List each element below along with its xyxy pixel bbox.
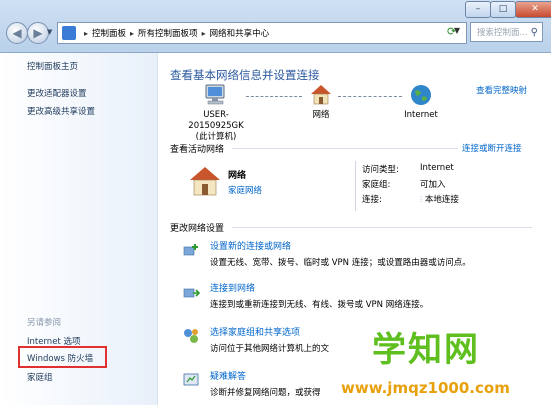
connection-label: 连接: xyxy=(362,195,382,205)
vertical-divider xyxy=(355,161,356,211)
breadcrumb-separator-icon[interactable]: ▸ xyxy=(84,29,88,38)
homegroup-sharing-icon xyxy=(184,329,198,343)
refresh-icon[interactable]: ⟳ xyxy=(447,25,456,38)
setup-new-connection-link[interactable]: 设置新的连接或网络 xyxy=(210,239,291,252)
homegroup-sharing-options-link[interactable]: 选择家庭组和共享选项 xyxy=(210,325,300,338)
address-bar[interactable]: ▸ 控制面板 ▸ 所有控制面板项 ▸ 网络和共享中心 ▼ xyxy=(57,22,467,44)
sidebar: 控制面板主页 更改适配器设置 更改高级共享设置 另请参阅 Internet 选项… xyxy=(0,53,158,405)
breadcrumb-item[interactable]: 网络和共享中心 xyxy=(210,27,270,39)
task-description: 访问位于其他网络计算机上的文 xyxy=(210,344,330,354)
maximize-button[interactable]: □ xyxy=(490,1,516,18)
local-connection-link[interactable]: ⫶ 本地连接 xyxy=(420,193,459,205)
task-description: 诊断并修复网络问题，或获得 xyxy=(210,388,321,398)
connection-line xyxy=(246,96,302,97)
sidebar-item-adapter-settings[interactable]: 更改适配器设置 xyxy=(27,87,87,99)
access-type-value: Internet xyxy=(420,163,454,173)
computer-node: USER-20150925GK (此计算机) xyxy=(176,83,256,143)
watermark-logo: 学知网 xyxy=(372,330,480,370)
forward-button[interactable]: ▶ xyxy=(27,22,49,44)
house-icon xyxy=(311,85,331,105)
task-description: 设置无线、宽带、拨号、临时或 VPN 连接；或设置路由器或访问点。 xyxy=(210,258,471,268)
computer-icon xyxy=(205,84,225,105)
breadcrumb-item[interactable]: 所有控制面板项 xyxy=(138,27,198,39)
troubleshoot-icon xyxy=(183,373,199,386)
sidebar-item-advanced-sharing[interactable]: 更改高级共享设置 xyxy=(27,105,95,117)
change-settings-heading: 更改网络设置 xyxy=(170,224,225,234)
search-input[interactable]: 搜索控制面... ⚲ xyxy=(470,22,543,42)
homegroup-join-link[interactable]: 可加入 xyxy=(420,178,446,190)
local-connection-label: 本地连接 xyxy=(424,195,459,205)
page-title: 查看基本网络信息并设置连接 xyxy=(170,68,320,82)
wired-connection-icon: ⫶ xyxy=(420,195,423,205)
breadcrumb-item[interactable]: 控制面板 xyxy=(92,27,126,39)
computer-name: USER-20150925GK xyxy=(188,110,244,131)
watermark-url: www.jmqz1000.com xyxy=(341,379,510,397)
control-panel-icon xyxy=(62,26,76,40)
see-also-heading: 另请参阅 xyxy=(27,318,62,328)
breadcrumb-separator-icon[interactable]: ▸ xyxy=(130,29,134,38)
close-button[interactable]: ✕ xyxy=(515,1,551,18)
network-sharing-center-window: – □ ✕ ◀ ▶ ▼ ▸ 控制面板 ▸ 所有控制面板项 ▸ 网络和共享中心 ▼… xyxy=(0,0,551,405)
access-type-label: 访问类型: xyxy=(362,165,399,175)
sidebar-item-homegroup[interactable]: 家庭组 xyxy=(27,371,53,383)
divider xyxy=(232,148,458,149)
homegroup-label: 家庭组: xyxy=(362,180,391,190)
back-button[interactable]: ◀ xyxy=(6,22,28,44)
home-network-icon xyxy=(190,167,220,196)
main-content: 查看基本网络信息并设置连接 查看完整映射 USER-20150925GK (此计… xyxy=(158,53,551,405)
network-name: 网络 xyxy=(228,171,247,181)
new-connection-icon xyxy=(183,244,198,256)
network-node-label: 网络 xyxy=(312,110,330,120)
divider xyxy=(232,227,532,228)
connect-to-network-link[interactable]: 连接到网络 xyxy=(210,281,255,294)
history-dropdown-icon[interactable]: ▼ xyxy=(47,28,52,36)
connect-network-icon xyxy=(183,288,200,298)
minimize-button[interactable]: – xyxy=(465,1,491,18)
internet-node-label: Internet xyxy=(404,110,438,120)
troubleshoot-link[interactable]: 疑难解答 xyxy=(210,369,246,382)
view-full-map-link[interactable]: 查看完整映射 xyxy=(476,84,527,96)
sidebar-home-link[interactable]: 控制面板主页 xyxy=(27,60,78,72)
task-description: 连接到或重新连接到无线、有线、拨号或 VPN 网络连接。 xyxy=(210,300,429,310)
search-placeholder: 搜索控制面... xyxy=(477,28,528,38)
connect-disconnect-link[interactable]: 连接或断开连接 xyxy=(462,142,522,154)
globe-icon xyxy=(411,85,431,105)
network-type-link[interactable]: 家庭网络 xyxy=(228,184,262,196)
title-address-bar: – □ ✕ ◀ ▶ ▼ ▸ 控制面板 ▸ 所有控制面板项 ▸ 网络和共享中心 ▼… xyxy=(0,0,551,53)
search-icon[interactable]: ⚲ xyxy=(531,23,538,43)
window-controls: – □ ✕ xyxy=(465,1,551,18)
breadcrumb-separator-icon[interactable]: ▸ xyxy=(202,29,206,38)
highlight-box xyxy=(18,346,107,368)
internet-node: Internet xyxy=(393,83,449,121)
network-node: 网络 xyxy=(301,83,341,121)
active-networks-heading: 查看活动网络 xyxy=(170,145,225,155)
